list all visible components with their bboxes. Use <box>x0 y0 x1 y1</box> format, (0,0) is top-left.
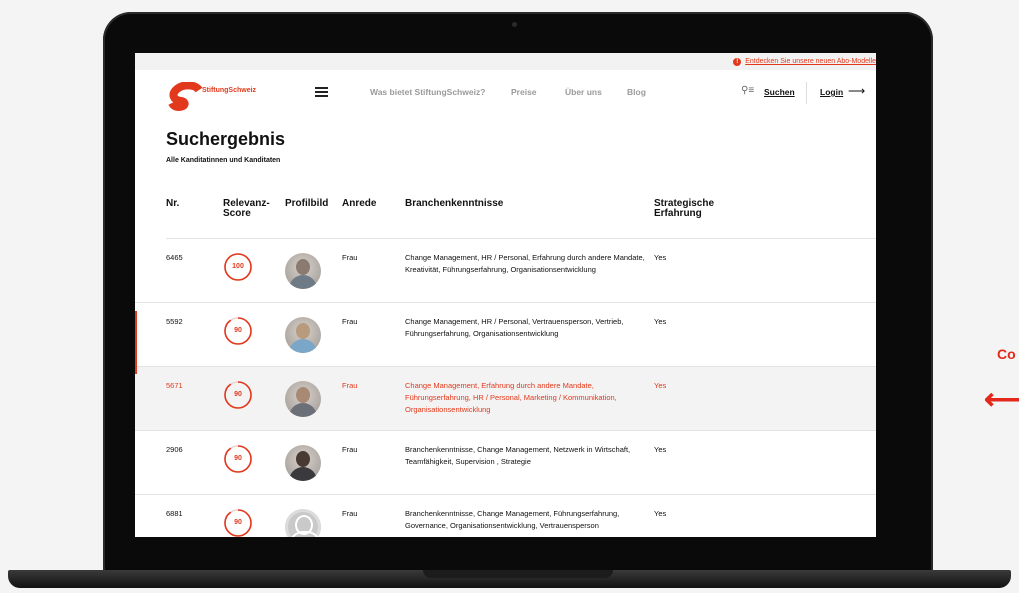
nav-link-ueber-uns[interactable]: Über uns <box>565 87 602 97</box>
column-header-branchen: Branchenkenntnisse <box>405 198 504 209</box>
relevance-score: 90 <box>234 519 242 526</box>
column-header-nr: Nr. <box>166 198 180 209</box>
arrow-right-icon[interactable]: ⟶ <box>848 84 865 98</box>
column-header-strategisch: Strategische Erfahrung <box>654 198 715 219</box>
profile-photo[interactable] <box>285 317 321 353</box>
nav-link-angebot[interactable]: Was bietet StiftungSchweiz? <box>370 87 485 97</box>
search-link[interactable]: Suchen <box>764 87 795 97</box>
relevance-score: 90 <box>234 455 242 462</box>
brand-name[interactable]: StiftungSchweiz <box>202 87 256 94</box>
top-navigation: StiftungSchweiz Was bietet StiftungSchwe… <box>135 70 876 112</box>
side-cta-text[interactable]: Co <box>997 346 1016 362</box>
logo-icon[interactable] <box>165 82 205 112</box>
nav-link-blog[interactable]: Blog <box>627 87 646 97</box>
menu-icon[interactable] <box>315 87 328 99</box>
salutation: Frau <box>342 381 358 390</box>
industry-knowledge: Change Management, Erfahrung durch ander… <box>405 381 617 414</box>
browser-screen: ! Entdecken Sie unsere neuen Abo-Modelle… <box>135 53 876 537</box>
user-placeholder-icon[interactable] <box>285 509 321 537</box>
table-row[interactable]: 5592 90 Frau Change Management, HR / Person… <box>135 303 876 367</box>
page-subtitle: Alle Kanditatinnen und Kanditaten <box>166 157 281 164</box>
strategic-experience: Yes <box>654 253 667 262</box>
industry-knowledge: Branchenkenntnisse, Change Management, F… <box>405 509 620 530</box>
relevance-score: 100 <box>232 263 244 270</box>
camera-dot <box>512 22 517 27</box>
column-header-score: Relevanz- Score <box>223 198 270 219</box>
row-number: 5592 <box>166 317 183 326</box>
row-number: 6465 <box>166 253 183 262</box>
column-header-profilbild: Profilbild <box>285 198 329 209</box>
table-row[interactable]: 5671 90 Frau Change Management, Erfahrung d… <box>135 367 876 431</box>
nav-link-preise[interactable]: Preise <box>511 87 537 97</box>
profile-photo[interactable] <box>285 253 321 289</box>
industry-knowledge: Branchenkenntnisse, Change Management, N… <box>405 445 631 466</box>
info-icon: ! <box>733 57 742 66</box>
page-title: Suchergebnis <box>166 129 286 149</box>
strategic-experience: Yes <box>654 317 667 326</box>
login-link[interactable]: Login <box>820 87 843 97</box>
relevance-score: 90 <box>234 391 242 398</box>
salutation: Frau <box>342 253 358 262</box>
profile-photo[interactable] <box>285 381 321 417</box>
relevance-score: 90 <box>234 327 242 334</box>
salutation: Frau <box>342 445 358 454</box>
profile-photo[interactable] <box>285 445 321 481</box>
strategic-experience: Yes <box>654 445 667 454</box>
strategic-experience: Yes <box>654 381 667 390</box>
abo-notice-link[interactable]: Entdecken Sie unsere neuen Abo-Modelle <box>745 58 876 65</box>
nav-divider <box>806 82 807 104</box>
laptop-notch <box>423 570 613 578</box>
industry-knowledge: Change Management, HR / Personal, Erfahr… <box>405 253 645 274</box>
table-row[interactable]: 2906 90 Frau Branchenkenntnisse, Change Man… <box>135 431 876 495</box>
strategic-experience: Yes <box>654 509 667 518</box>
table-row[interactable]: 6881 90 Frau Branchenkenntnisse, Change Man… <box>135 495 876 537</box>
row-number: 6881 <box>166 509 183 518</box>
arrow-left-icon[interactable]: ⟵ <box>984 382 1019 417</box>
column-header-anrede: Anrede <box>342 198 377 209</box>
notice-bar: ! Entdecken Sie unsere neuen Abo-Modelle <box>135 53 876 70</box>
row-number: 5671 <box>166 381 183 390</box>
salutation: Frau <box>342 509 358 518</box>
salutation: Frau <box>342 317 358 326</box>
industry-knowledge: Change Management, HR / Personal, Vertra… <box>405 317 624 338</box>
active-row-marker <box>135 311 137 374</box>
table-row[interactable]: 6465 100 Frau Change Management, HR / Perso… <box>135 239 876 303</box>
search-icon[interactable]: ⚲≡ <box>741 85 754 96</box>
row-number: 2906 <box>166 445 183 454</box>
